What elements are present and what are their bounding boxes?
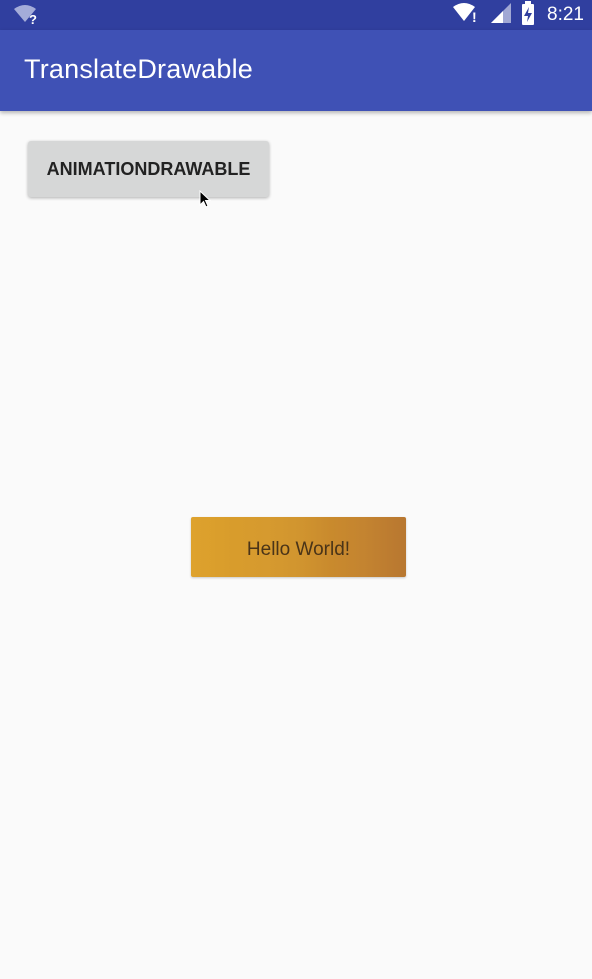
app-bar: TranslateDrawable <box>0 30 592 111</box>
battery-charging-icon <box>521 0 535 30</box>
app-title: TranslateDrawable <box>24 54 253 84</box>
status-bar: ? ! 8:21 <box>0 0 592 30</box>
hello-world-drawable: Hello World! <box>191 517 406 577</box>
svg-text:?: ? <box>29 12 37 26</box>
svg-text:!: ! <box>472 9 477 24</box>
status-time: 8:21 <box>547 4 584 25</box>
hello-world-text: Hello World! <box>246 539 351 560</box>
animationdrawable-button[interactable]: ANIMATIONDRAWABLE <box>28 141 269 197</box>
wifi-unknown-icon: ? <box>14 4 42 27</box>
signal-icon <box>491 2 512 28</box>
status-icons: ! 8:21 <box>453 0 584 30</box>
wifi-icon: ! <box>453 2 481 29</box>
mouse-pointer-icon <box>199 189 213 210</box>
